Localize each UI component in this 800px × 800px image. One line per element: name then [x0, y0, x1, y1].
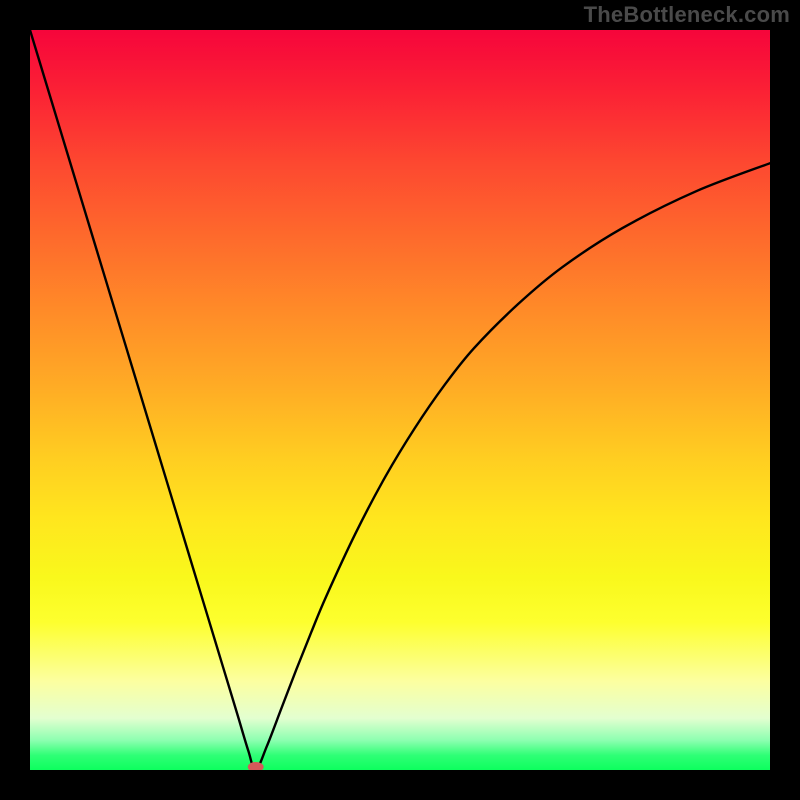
watermark-text: TheBottleneck.com — [584, 2, 790, 28]
chart-frame: TheBottleneck.com — [0, 0, 800, 800]
bottleneck-curve — [30, 30, 770, 770]
plot-area — [30, 30, 770, 770]
chart-svg — [30, 30, 770, 770]
